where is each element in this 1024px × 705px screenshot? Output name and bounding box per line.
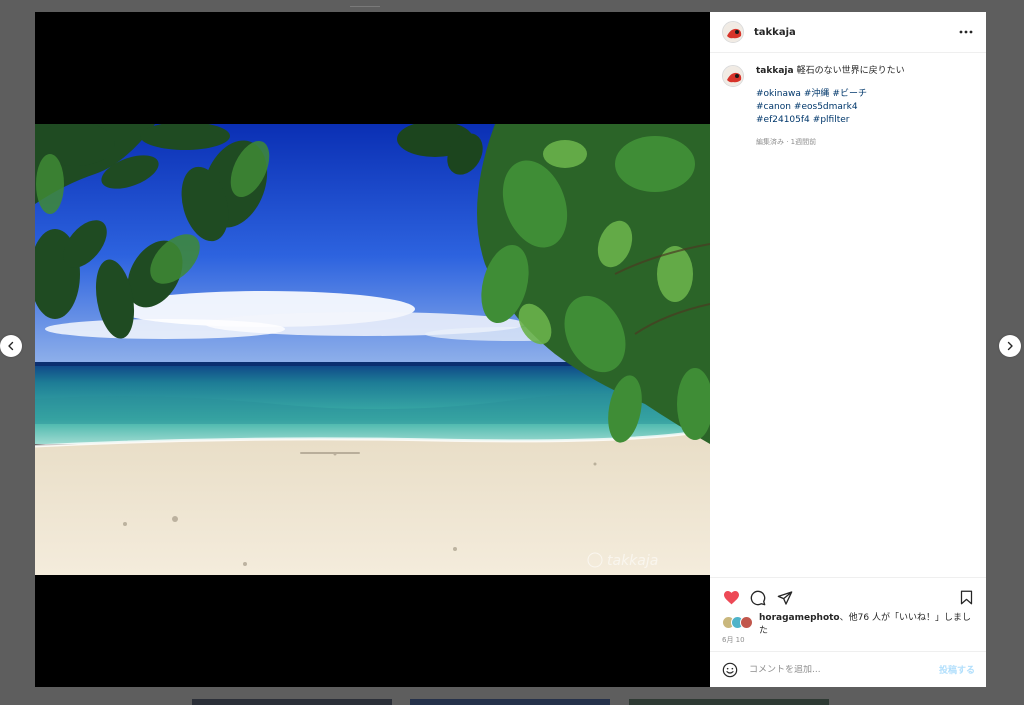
caption: takkaja 軽石のない世界に戻りたい #okinawa #沖縄 #ビーチ #cano… [722, 65, 974, 149]
chevron-left-icon [8, 341, 14, 351]
background-thumbnail [410, 699, 610, 705]
hashtag-link[interactable]: #eos5dmark4 [794, 102, 858, 112]
save-button[interactable] [956, 588, 976, 608]
action-bar [710, 577, 986, 613]
beach-photo: takkaja [35, 124, 710, 575]
hashtag-link[interactable]: #ef24105f4 [756, 115, 810, 125]
like-button[interactable] [721, 588, 741, 608]
add-comment-bar: 投稿する [710, 651, 986, 687]
comment-input[interactable] [749, 664, 939, 675]
liker-avatars[interactable] [722, 616, 756, 630]
avatar-image [723, 66, 743, 86]
liker-username[interactable]: horagamephoto [759, 613, 840, 623]
hashtag-link[interactable]: #ビーチ [832, 89, 867, 99]
comment-button[interactable] [748, 588, 768, 608]
previous-post-button[interactable] [0, 335, 22, 357]
hashtag-link[interactable]: #plfilter [813, 115, 850, 125]
chevron-right-icon [1007, 341, 1013, 351]
paper-plane-icon [777, 590, 793, 605]
author-username[interactable]: takkaja [754, 27, 796, 38]
author-avatar[interactable] [722, 21, 744, 43]
post-comment-button[interactable]: 投稿する [939, 663, 975, 676]
bookmark-icon [960, 590, 972, 605]
next-post-button[interactable] [999, 335, 1021, 357]
post-header: takkaja [710, 12, 986, 53]
post-sidebar: takkaja takkaja 軽石のない世界に戻りたい #okinawa #沖… [710, 12, 986, 687]
caption-body: takkaja 軽石のない世界に戻りたい #okinawa #沖縄 #ビーチ #cano… [756, 65, 966, 149]
comment-bubble-icon [750, 590, 766, 605]
heart-filled-icon [723, 591, 739, 605]
background-thumbnail [192, 699, 392, 705]
caption-username[interactable]: takkaja [756, 66, 794, 76]
top-divider [350, 6, 380, 7]
hashtag-link[interactable]: #沖縄 [804, 89, 830, 99]
hashtag-list: #okinawa #沖縄 #ビーチ #canon #eos5dmark4 #ef24105… [756, 88, 966, 127]
liker-avatar [740, 616, 753, 629]
caption-meta: 編集済み · 1週間前 [756, 138, 817, 146]
emoji-smile-icon [722, 662, 738, 677]
post-modal: takkaja takkaja takkaja 軽石のない世界に戻りたい #ok… [35, 12, 986, 687]
emoji-button[interactable] [721, 661, 739, 679]
photo-watermark: takkaja [607, 553, 658, 569]
more-options-button[interactable] [957, 23, 975, 41]
share-button[interactable] [775, 588, 795, 608]
likes-summary: horagamephoto、他76 人が「いいね！」しました [710, 613, 986, 636]
hashtag-link[interactable]: #okinawa [756, 89, 801, 99]
background-grid [0, 699, 1024, 705]
caption-text: 軽石のない世界に戻りたい [796, 66, 905, 76]
caption-avatar[interactable] [722, 65, 744, 87]
hashtag-link[interactable]: #canon [756, 102, 791, 112]
more-horizontal-icon [959, 30, 973, 34]
avatar-image [723, 22, 743, 42]
post-media: takkaja [35, 12, 710, 687]
background-thumbnail [629, 699, 829, 705]
post-date[interactable]: 6月 10 [710, 633, 986, 651]
comments-area: takkaja 軽石のない世界に戻りたい #okinawa #沖縄 #ビーチ #cano… [710, 53, 986, 577]
